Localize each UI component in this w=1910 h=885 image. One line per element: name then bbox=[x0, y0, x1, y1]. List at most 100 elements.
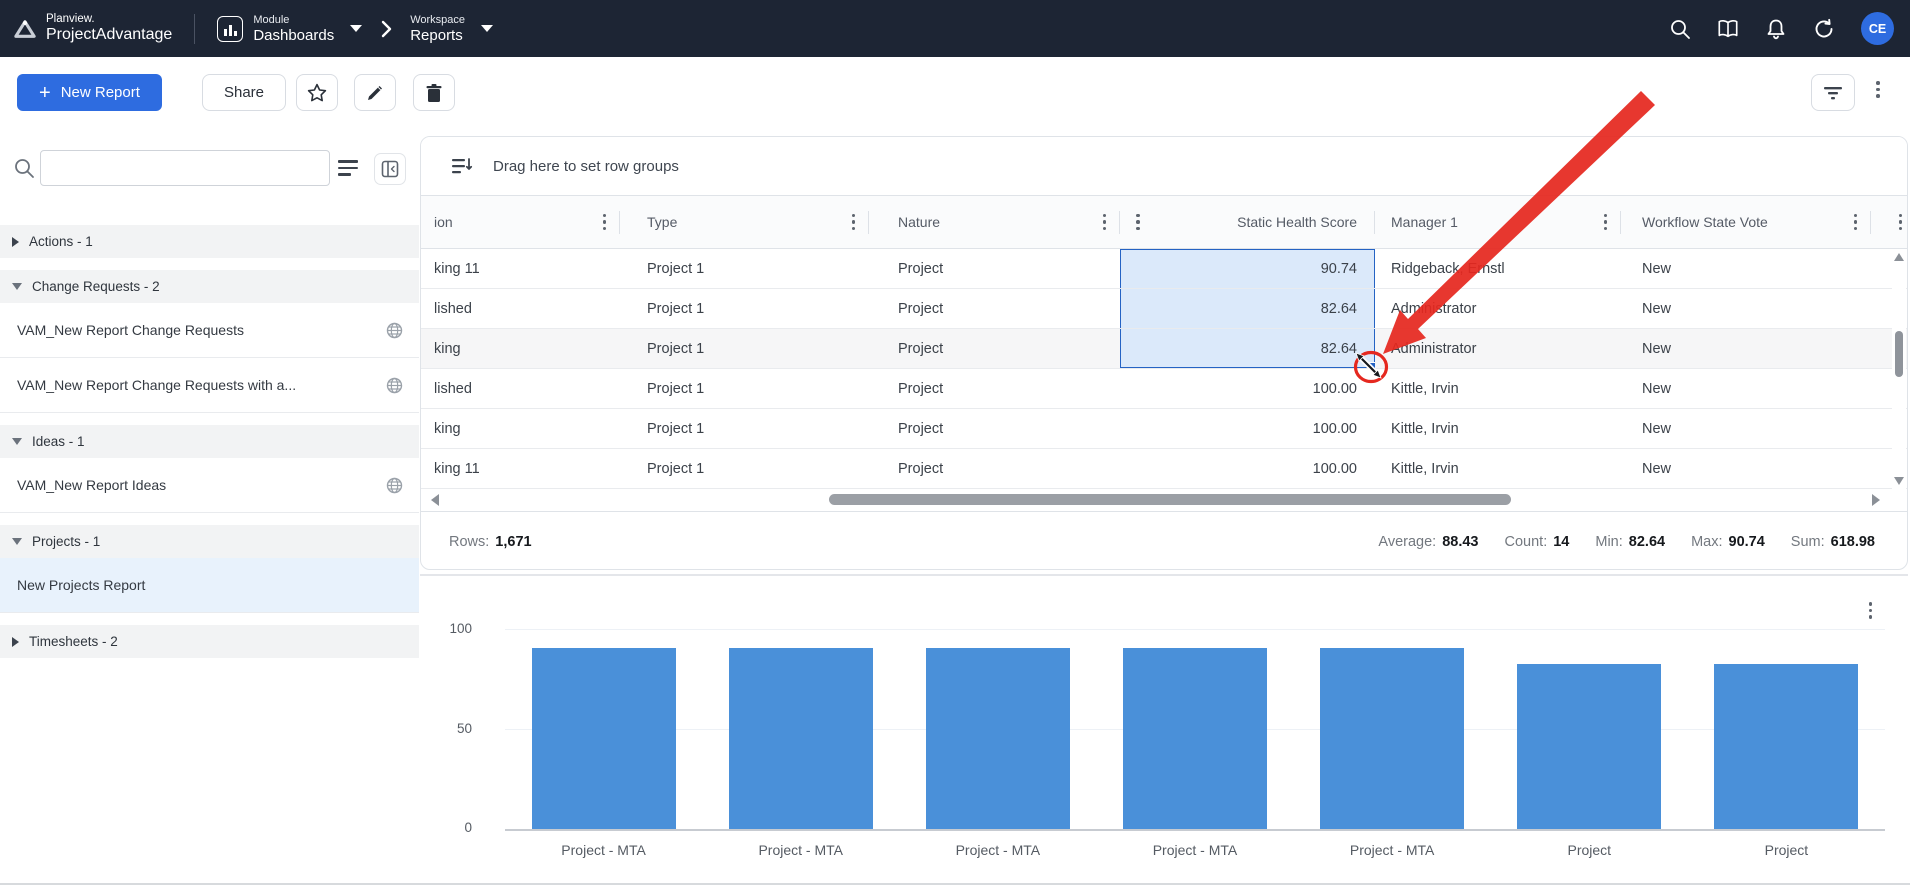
cell-nature[interactable]: Project bbox=[869, 249, 1120, 288]
cell-vote[interactable]: New bbox=[1621, 449, 1871, 488]
new-report-button[interactable]: + New Report bbox=[17, 74, 162, 111]
refresh-icon[interactable] bbox=[1813, 18, 1835, 40]
toolbar-kebab-icon[interactable] bbox=[1876, 81, 1880, 98]
cell[interactable]: king bbox=[421, 409, 620, 448]
vertical-scrollbar[interactable] bbox=[1892, 249, 1906, 489]
cell-nature[interactable]: Project bbox=[869, 369, 1120, 408]
cell-manager[interactable]: Kittle, Irvin bbox=[1375, 409, 1621, 448]
collapse-panel-button[interactable] bbox=[374, 153, 406, 185]
edit-button[interactable] bbox=[354, 74, 396, 111]
sidebar-group-ideas[interactable]: Ideas - 1 bbox=[0, 425, 419, 458]
cell[interactable]: king 11 bbox=[421, 249, 620, 288]
scroll-up-arrow-icon[interactable] bbox=[1894, 253, 1904, 261]
cell-type[interactable]: Project 1 bbox=[620, 409, 869, 448]
cell-manager[interactable]: Kittle, Irvin bbox=[1375, 369, 1621, 408]
cell-type[interactable]: Project 1 bbox=[620, 289, 869, 328]
status-value: 90.74 bbox=[1729, 534, 1765, 550]
cell-nature[interactable]: Project bbox=[869, 289, 1120, 328]
delete-button[interactable] bbox=[413, 74, 455, 111]
sidebar-item-report[interactable]: VAM_New Report Change Requests with a... bbox=[0, 358, 419, 413]
sidebar-group-change-requests[interactable]: Change Requests - 2 bbox=[0, 270, 419, 303]
favorite-button[interactable] bbox=[296, 74, 338, 111]
cell-score-selected-fill-handle[interactable]: 82.64 bbox=[1120, 329, 1375, 368]
book-icon[interactable] bbox=[1717, 18, 1739, 40]
trash-icon bbox=[425, 83, 443, 103]
cell[interactable]: king bbox=[421, 329, 620, 368]
column-header-workflow-state-vote[interactable]: Workflow State Vote bbox=[1621, 196, 1871, 248]
bell-icon[interactable] bbox=[1765, 18, 1787, 40]
cell-score[interactable]: 100.00 bbox=[1120, 369, 1375, 408]
module-selector[interactable]: Module Dashboards bbox=[217, 14, 362, 44]
table-row: lished Project 1 Project 82.64 Administr… bbox=[421, 289, 1907, 329]
cell-vote[interactable]: New bbox=[1621, 329, 1871, 368]
horizontal-scrollbar-thumb[interactable] bbox=[829, 494, 1511, 505]
cell-vote[interactable]: New bbox=[1621, 249, 1871, 288]
column-header-manager-1[interactable]: Manager 1 bbox=[1375, 196, 1621, 248]
sidebar-item-report-selected[interactable]: New Projects Report bbox=[0, 558, 419, 613]
cell-manager[interactable]: Kittle, Irvin bbox=[1375, 449, 1621, 488]
column-header-overflow[interactable] bbox=[1871, 196, 1907, 248]
cell-type[interactable]: Project 1 bbox=[620, 249, 869, 288]
cell-type[interactable]: Project 1 bbox=[620, 449, 869, 488]
column-menu-icon[interactable] bbox=[1899, 214, 1903, 231]
workspace-selector[interactable]: Workspace Reports bbox=[410, 14, 493, 44]
column-header-static-health-score[interactable]: Static Health Score bbox=[1120, 196, 1375, 248]
cell[interactable]: king 11 bbox=[421, 449, 620, 488]
workspace-label: Workspace bbox=[410, 14, 465, 27]
cell-nature[interactable]: Project bbox=[869, 329, 1120, 368]
pencil-icon bbox=[365, 83, 385, 103]
cell-manager[interactable]: Administrator bbox=[1375, 289, 1621, 328]
column-menu-icon[interactable] bbox=[603, 214, 607, 231]
cell-type[interactable]: Project 1 bbox=[620, 369, 869, 408]
chart-menu-icon[interactable] bbox=[1869, 602, 1873, 619]
share-button[interactable]: Share bbox=[202, 74, 286, 111]
sidebar-item-report[interactable]: VAM_New Report Change Requests bbox=[0, 303, 419, 358]
column-menu-icon[interactable] bbox=[1103, 214, 1107, 231]
column-label: Nature bbox=[898, 214, 940, 230]
status-label: Count: bbox=[1505, 534, 1548, 550]
search-icon[interactable] bbox=[1669, 18, 1691, 40]
sidebar-group-actions[interactable]: Actions - 1 bbox=[0, 225, 419, 258]
sidebar-item-report[interactable]: VAM_New Report Ideas bbox=[0, 458, 419, 513]
row-group-drop-zone[interactable]: Drag here to set row groups bbox=[421, 137, 1907, 196]
cell-vote[interactable]: New bbox=[1621, 369, 1871, 408]
cell-nature[interactable]: Project bbox=[869, 449, 1120, 488]
cell[interactable]: lished bbox=[421, 369, 620, 408]
scroll-right-arrow-icon[interactable] bbox=[1872, 494, 1880, 506]
column-menu-icon[interactable] bbox=[1136, 214, 1140, 231]
x-axis-line bbox=[505, 829, 1885, 831]
scroll-left-arrow-icon[interactable] bbox=[431, 494, 439, 506]
cell-score-selected[interactable]: 90.74 bbox=[1120, 249, 1375, 288]
column-header[interactable]: ion bbox=[421, 196, 620, 248]
column-header-nature[interactable]: Nature bbox=[869, 196, 1120, 248]
scroll-down-arrow-icon[interactable] bbox=[1894, 477, 1904, 485]
avatar[interactable]: CE bbox=[1861, 12, 1894, 45]
chevron-down-icon bbox=[481, 25, 493, 32]
sidebar-group-timesheets[interactable]: Timesheets - 2 bbox=[0, 625, 419, 658]
column-header-type[interactable]: Type bbox=[620, 196, 869, 248]
cell[interactable]: lished bbox=[421, 289, 620, 328]
sidebar-group-projects[interactable]: Projects - 1 bbox=[0, 525, 419, 558]
column-menu-icon[interactable] bbox=[1604, 214, 1608, 231]
sidebar-search-input[interactable] bbox=[40, 150, 330, 186]
filter-button[interactable] bbox=[1811, 74, 1855, 111]
brand[interactable]: Planview. ProjectAdvantage bbox=[0, 13, 172, 44]
horizontal-scrollbar[interactable] bbox=[421, 489, 1894, 511]
chevron-right-icon bbox=[380, 20, 392, 38]
cell-score[interactable]: 100.00 bbox=[1120, 449, 1375, 488]
cell-score-selected[interactable]: 82.64 bbox=[1120, 289, 1375, 328]
cell-nature[interactable]: Project bbox=[869, 409, 1120, 448]
x-axis-label: Project bbox=[1688, 842, 1885, 858]
list-menu-button[interactable] bbox=[338, 155, 364, 181]
cell-score[interactable]: 100.00 bbox=[1120, 409, 1375, 448]
cell-vote[interactable]: New bbox=[1621, 409, 1871, 448]
vertical-scrollbar-thumb[interactable] bbox=[1895, 331, 1903, 377]
cell-type[interactable]: Project 1 bbox=[620, 329, 869, 368]
column-menu-icon[interactable] bbox=[1854, 214, 1858, 231]
column-menu-icon[interactable] bbox=[852, 214, 856, 231]
cell-manager[interactable]: Ridgeback, Ernstl bbox=[1375, 249, 1621, 288]
cell-manager[interactable]: Administrator bbox=[1375, 329, 1621, 368]
status-sum: Sum: 618.98 bbox=[1791, 534, 1875, 550]
caret-down-icon bbox=[12, 283, 22, 290]
cell-vote[interactable]: New bbox=[1621, 289, 1871, 328]
